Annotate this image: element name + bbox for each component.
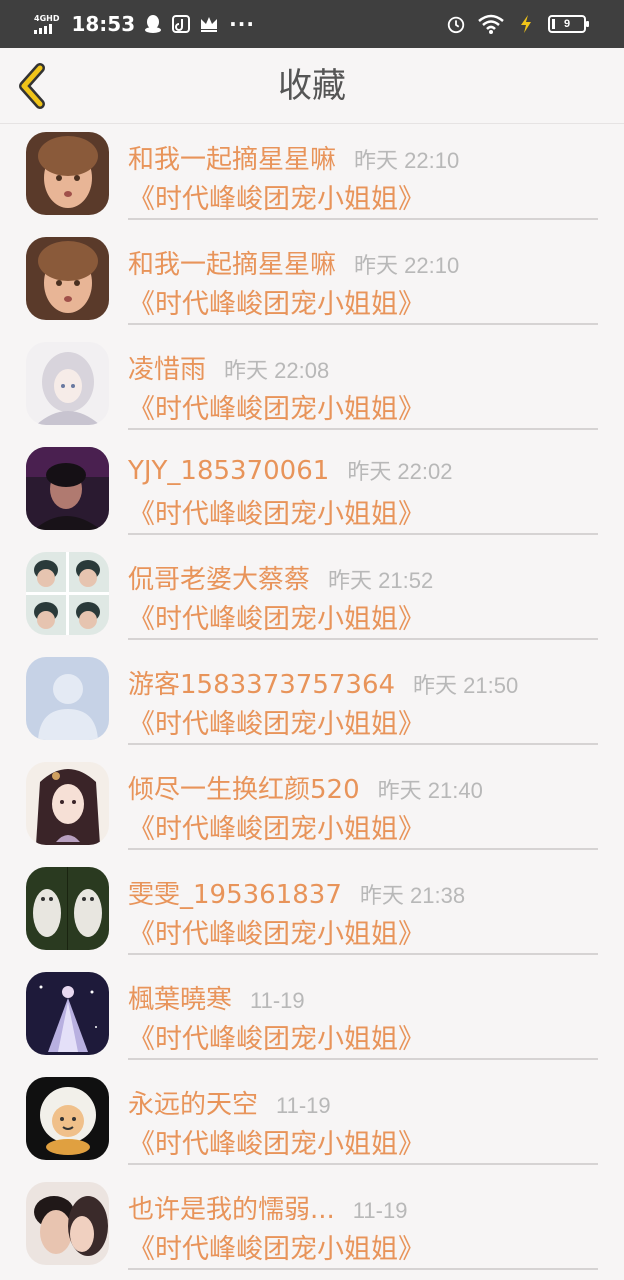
list-item[interactable]: 凌惜雨 昨天 22:08 《时代峰峻团宠小姐姐》 bbox=[0, 335, 624, 440]
novel-title[interactable]: 《时代峰峻团宠小姐姐》 bbox=[128, 702, 425, 741]
timestamp: 昨天 22:02 bbox=[347, 459, 453, 484]
avatar[interactable] bbox=[26, 447, 109, 530]
timestamp: 昨天 21:52 bbox=[328, 568, 434, 593]
timestamp: 昨天 21:50 bbox=[413, 673, 519, 698]
novel-title[interactable]: 《时代峰峻团宠小姐姐》 bbox=[128, 1122, 425, 1161]
username: 雯雯_195361837 bbox=[128, 880, 342, 910]
avatar[interactable] bbox=[26, 237, 109, 320]
signal-icon: 4GHD bbox=[34, 13, 60, 34]
more-notifications-icon: ··· bbox=[229, 12, 255, 36]
page-title: 收藏 bbox=[278, 66, 346, 106]
divider bbox=[128, 323, 598, 325]
network-type: 4GHD bbox=[34, 13, 60, 23]
divider bbox=[128, 1058, 598, 1060]
header-bar: 收藏 bbox=[0, 48, 624, 124]
username: 楓葉曉寒 bbox=[128, 985, 233, 1015]
divider bbox=[128, 743, 598, 745]
list-item[interactable]: 雯雯_195361837 昨天 21:38 《时代峰峻团宠小姐姐》 bbox=[0, 860, 624, 965]
divider bbox=[128, 848, 598, 850]
list-item[interactable]: 游客1583373757364 昨天 21:50 《时代峰峻团宠小姐姐》 bbox=[0, 650, 624, 755]
username: 也许是我的懦弱... bbox=[128, 1195, 335, 1225]
divider bbox=[128, 953, 598, 955]
avatar[interactable] bbox=[26, 342, 109, 425]
list-item[interactable]: 永远的天空 11-19 《时代峰峻团宠小姐姐》 bbox=[0, 1070, 624, 1175]
clock: 18:53 bbox=[71, 12, 136, 36]
avatar[interactable] bbox=[26, 657, 109, 740]
username: 和我一起摘星星嘛 bbox=[128, 250, 337, 280]
avatar[interactable] bbox=[26, 552, 109, 635]
avatar[interactable] bbox=[26, 972, 109, 1055]
timestamp: 昨天 21:40 bbox=[377, 778, 483, 803]
list-item[interactable]: 和我一起摘星星嘛 昨天 22:10 《时代峰峻团宠小姐姐》 bbox=[0, 125, 624, 230]
avatar[interactable] bbox=[26, 867, 109, 950]
novel-title[interactable]: 《时代峰峻团宠小姐姐》 bbox=[128, 492, 425, 531]
username: 倾尽一生换红颜520 bbox=[128, 775, 360, 805]
timestamp: 昨天 22:10 bbox=[354, 148, 460, 173]
list-item[interactable]: 侃哥老婆大蔡蔡 昨天 21:52 《时代峰峻团宠小姐姐》 bbox=[0, 545, 624, 650]
novel-title[interactable]: 《时代峰峻团宠小姐姐》 bbox=[128, 912, 425, 951]
novel-title[interactable]: 《时代峰峻团宠小姐姐》 bbox=[128, 177, 425, 216]
username: 和我一起摘星星嘛 bbox=[128, 145, 337, 175]
timestamp: 昨天 22:08 bbox=[224, 358, 330, 383]
username: 永远的天空 bbox=[128, 1090, 259, 1120]
divider bbox=[128, 1268, 598, 1270]
divider bbox=[128, 218, 598, 220]
qq-icon bbox=[143, 14, 163, 34]
avatar[interactable] bbox=[26, 132, 109, 215]
avatar[interactable] bbox=[26, 762, 109, 845]
list-item[interactable]: 倾尽一生换红颜520 昨天 21:40 《时代峰峻团宠小姐姐》 bbox=[0, 755, 624, 860]
wifi-icon bbox=[478, 14, 504, 34]
username: 游客1583373757364 bbox=[128, 670, 396, 700]
list-item[interactable]: 也许是我的懦弱... 11-19 《时代峰峻团宠小姐姐》 bbox=[0, 1175, 624, 1280]
novel-title[interactable]: 《时代峰峻团宠小姐姐》 bbox=[128, 387, 425, 426]
tiktok-icon bbox=[171, 14, 191, 34]
crown-icon bbox=[199, 14, 219, 34]
timestamp: 昨天 22:10 bbox=[354, 253, 460, 278]
list-item[interactable]: YJY_185370061 昨天 22:02 《时代峰峻团宠小姐姐》 bbox=[0, 440, 624, 545]
username: 侃哥老婆大蔡蔡 bbox=[128, 565, 311, 595]
username: YJY_185370061 bbox=[128, 456, 330, 486]
charging-icon bbox=[516, 14, 536, 34]
novel-title[interactable]: 《时代峰峻团宠小姐姐》 bbox=[128, 597, 425, 636]
username: 凌惜雨 bbox=[128, 355, 207, 385]
favorites-list: 和我一起摘星星嘛 昨天 22:10 《时代峰峻团宠小姐姐》 和我一起摘星星嘛 昨… bbox=[0, 125, 624, 1280]
avatar[interactable] bbox=[26, 1182, 109, 1265]
novel-title[interactable]: 《时代峰峻团宠小姐姐》 bbox=[128, 1227, 425, 1266]
novel-title[interactable]: 《时代峰峻团宠小姐姐》 bbox=[128, 1017, 425, 1056]
alarm-icon bbox=[446, 14, 466, 34]
list-item[interactable]: 和我一起摘星星嘛 昨天 22:10 《时代峰峻团宠小姐姐》 bbox=[0, 230, 624, 335]
divider bbox=[128, 1163, 598, 1165]
novel-title[interactable]: 《时代峰峻团宠小姐姐》 bbox=[128, 282, 425, 321]
timestamp: 昨天 21:38 bbox=[359, 883, 466, 908]
divider bbox=[128, 638, 598, 640]
novel-title[interactable]: 《时代峰峻团宠小姐姐》 bbox=[128, 807, 425, 846]
timestamp: 11-19 bbox=[276, 1093, 331, 1118]
battery-level: 9 bbox=[563, 18, 571, 30]
timestamp: 11-19 bbox=[352, 1198, 408, 1223]
divider bbox=[128, 533, 598, 535]
status-bar: 4GHD 18:53 ··· 9 bbox=[0, 0, 624, 48]
divider bbox=[128, 428, 598, 430]
timestamp: 11-19 bbox=[250, 988, 305, 1013]
battery-icon: 9 bbox=[548, 15, 589, 33]
list-item[interactable]: 楓葉曉寒 11-19 《时代峰峻团宠小姐姐》 bbox=[0, 965, 624, 1070]
avatar[interactable] bbox=[26, 1077, 109, 1160]
